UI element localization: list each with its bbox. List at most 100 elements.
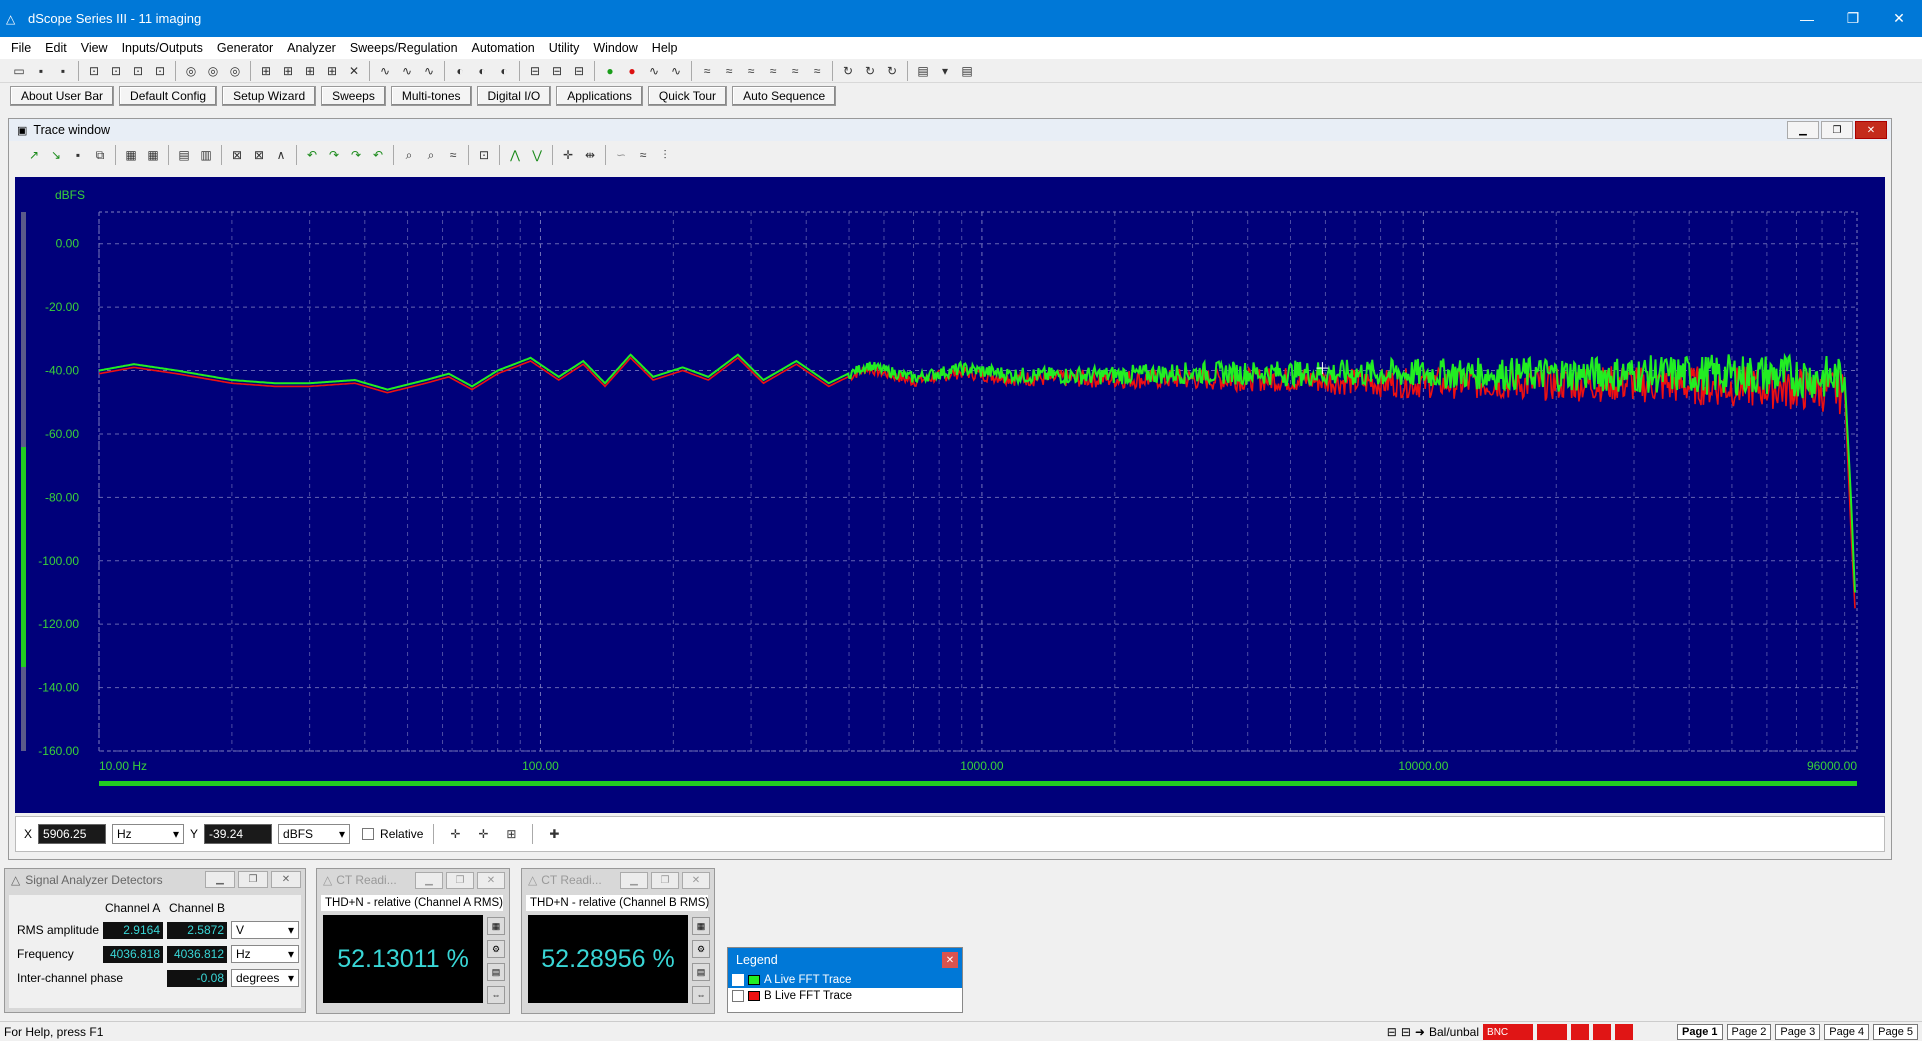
reset-icon[interactable]: ✕ xyxy=(344,61,364,81)
menu-utility[interactable]: Utility xyxy=(542,41,587,55)
smooth-icon[interactable]: ∽ xyxy=(611,145,631,165)
menu-help[interactable]: Help xyxy=(645,41,685,55)
wave-icon[interactable]: ∿ xyxy=(419,61,439,81)
menu-window[interactable]: Window xyxy=(586,41,644,55)
display-icon[interactable]: ▦ xyxy=(692,917,710,935)
output-icon[interactable]: ⊡ xyxy=(84,61,104,81)
output-icon[interactable]: ⊡ xyxy=(150,61,170,81)
trace-plot[interactable]: 0.00 -20.00 -40.00 -60.00 -80.00 -100.00 -120.… xyxy=(15,177,1885,813)
menu-generator[interactable]: Generator xyxy=(210,41,280,55)
run-icon[interactable]: ● xyxy=(600,61,620,81)
trace-icon[interactable]: ≈ xyxy=(763,61,783,81)
close-button[interactable]: ✕ xyxy=(682,872,710,889)
trace-up-icon[interactable]: ↗ xyxy=(24,145,44,165)
sweep-icon[interactable]: ∿ xyxy=(666,61,686,81)
smooth-icon[interactable]: ≈ xyxy=(633,145,653,165)
input-icon[interactable]: ⊞ xyxy=(256,61,276,81)
sweeps-button[interactable]: Sweeps xyxy=(321,86,386,106)
graph-icon[interactable]: ▦ xyxy=(143,145,163,165)
close-button[interactable]: ✕ xyxy=(942,952,958,968)
marker-icon[interactable]: ↶ xyxy=(368,145,388,165)
valley-icon[interactable]: ⋁ xyxy=(527,145,547,165)
input-icon[interactable]: ⊞ xyxy=(300,61,320,81)
restore-button[interactable]: ❐ xyxy=(1821,121,1853,139)
save-icon[interactable]: ▪ xyxy=(31,61,51,81)
trace-icon[interactable]: ≈ xyxy=(741,61,761,81)
close-button[interactable]: ✕ xyxy=(1876,0,1922,37)
generator-icon[interactable]: ◎ xyxy=(181,61,201,81)
setup-wizard-button[interactable]: Setup Wizard xyxy=(222,86,317,106)
link-icon[interactable]: ⇔ xyxy=(487,986,505,1004)
meter-icon[interactable]: ◐ xyxy=(472,61,492,81)
rms-unit-select[interactable]: V ▾ xyxy=(231,921,299,939)
default-config-button[interactable]: Default Config xyxy=(119,86,218,106)
cursor-icon[interactable]: ⇹ xyxy=(580,145,600,165)
page-tab-1[interactable]: Page 1 xyxy=(1677,1024,1723,1040)
scale-icon[interactable]: ⌕ xyxy=(399,145,419,165)
marker-icon[interactable]: ↷ xyxy=(324,145,344,165)
sweep-icon[interactable]: ∿ xyxy=(644,61,664,81)
autoscale-icon[interactable]: ∧ xyxy=(271,145,291,165)
settings-icon[interactable]: ⚙ xyxy=(487,940,505,958)
restore-button[interactable]: ❐ xyxy=(238,871,268,888)
stats-icon[interactable]: ⫶ xyxy=(655,145,675,165)
close-button[interactable]: ✕ xyxy=(271,871,301,888)
wave-icon[interactable]: ≈ xyxy=(443,145,463,165)
y-cursor-value[interactable]: -39.24 xyxy=(204,824,273,844)
x-unit-select[interactable]: Hz ▾ xyxy=(112,824,185,844)
page-tab-2[interactable]: Page 2 xyxy=(1726,1024,1772,1040)
analyzer-icon[interactable]: ⊟ xyxy=(569,61,589,81)
minimize-button[interactable]: ▁ xyxy=(620,872,648,889)
menu-view[interactable]: View xyxy=(74,41,115,55)
legend-item[interactable]: B Live FFT Trace xyxy=(728,988,962,1004)
frequency-unit-select[interactable]: Hz ▾ xyxy=(231,945,299,963)
auto-sequence-button[interactable]: Auto Sequence xyxy=(732,86,837,106)
copy-icon[interactable]: ⧉ xyxy=(90,145,110,165)
save-all-icon[interactable]: ▪ xyxy=(53,61,73,81)
restore-button[interactable]: ❐ xyxy=(651,872,679,889)
x-cursor-value[interactable]: 5906.25 xyxy=(38,824,107,844)
marker-icon[interactable]: ↶ xyxy=(302,145,322,165)
multi-tones-button[interactable]: Multi-tones xyxy=(390,86,472,106)
trace-icon[interactable]: ≈ xyxy=(697,61,717,81)
fit-icon[interactable]: ⊡ xyxy=(474,145,494,165)
restore-button[interactable]: ❐ xyxy=(1830,0,1876,37)
marker-icon[interactable]: ↷ xyxy=(346,145,366,165)
print-icon[interactable]: ▤ xyxy=(957,61,977,81)
page-tab-3[interactable]: Page 3 xyxy=(1775,1024,1821,1040)
script-icon[interactable]: ↻ xyxy=(882,61,902,81)
menu-inputs-outputs[interactable]: Inputs/Outputs xyxy=(115,41,210,55)
trace-icon[interactable]: ≈ xyxy=(807,61,827,81)
trace-icon[interactable]: ≈ xyxy=(785,61,805,81)
wave-icon[interactable]: ∿ xyxy=(375,61,395,81)
cursor-move-icon[interactable]: ✛ xyxy=(473,824,493,844)
page-tab-5[interactable]: Page 5 xyxy=(1873,1024,1918,1040)
close-button[interactable]: ✕ xyxy=(477,872,505,889)
legend-item[interactable]: A Live FFT Trace xyxy=(728,972,962,988)
cursor-link-icon[interactable]: ✚ xyxy=(544,824,564,844)
applications-button[interactable]: Applications xyxy=(556,86,643,106)
menu-analyzer[interactable]: Analyzer xyxy=(280,41,343,55)
minimize-button[interactable]: ▁ xyxy=(205,871,235,888)
close-button[interactable]: ✕ xyxy=(1855,121,1887,139)
generator-icon[interactable]: ◎ xyxy=(203,61,223,81)
dropdown-arrow-icon[interactable]: ▾ xyxy=(935,61,955,81)
analyzer-icon[interactable]: ⊟ xyxy=(547,61,567,81)
menu-automation[interactable]: Automation xyxy=(465,41,542,55)
settings-icon[interactable]: ⚙ xyxy=(692,940,710,958)
display-icon[interactable]: ▦ xyxy=(487,917,505,935)
link-icon[interactable]: ⇔ xyxy=(692,986,710,1004)
cursor-move-icon[interactable]: ⊞ xyxy=(501,824,521,844)
scale-icon[interactable]: ⌕ xyxy=(421,145,441,165)
record-icon[interactable]: ● xyxy=(622,61,642,81)
phase-unit-select[interactable]: degrees ▾ xyxy=(231,969,299,987)
menu-sweeps[interactable]: Sweeps/Regulation xyxy=(343,41,465,55)
log-icon[interactable]: ▤ xyxy=(692,963,710,981)
output-icon[interactable]: ⊡ xyxy=(128,61,148,81)
cursor-move-icon[interactable]: ✛ xyxy=(445,824,465,844)
generator-icon[interactable]: ◎ xyxy=(225,61,245,81)
page-tab-4[interactable]: Page 4 xyxy=(1824,1024,1870,1040)
trace-down-icon[interactable]: ↘ xyxy=(46,145,66,165)
input-icon[interactable]: ⊞ xyxy=(322,61,342,81)
zoom-icon[interactable]: ⊠ xyxy=(249,145,269,165)
